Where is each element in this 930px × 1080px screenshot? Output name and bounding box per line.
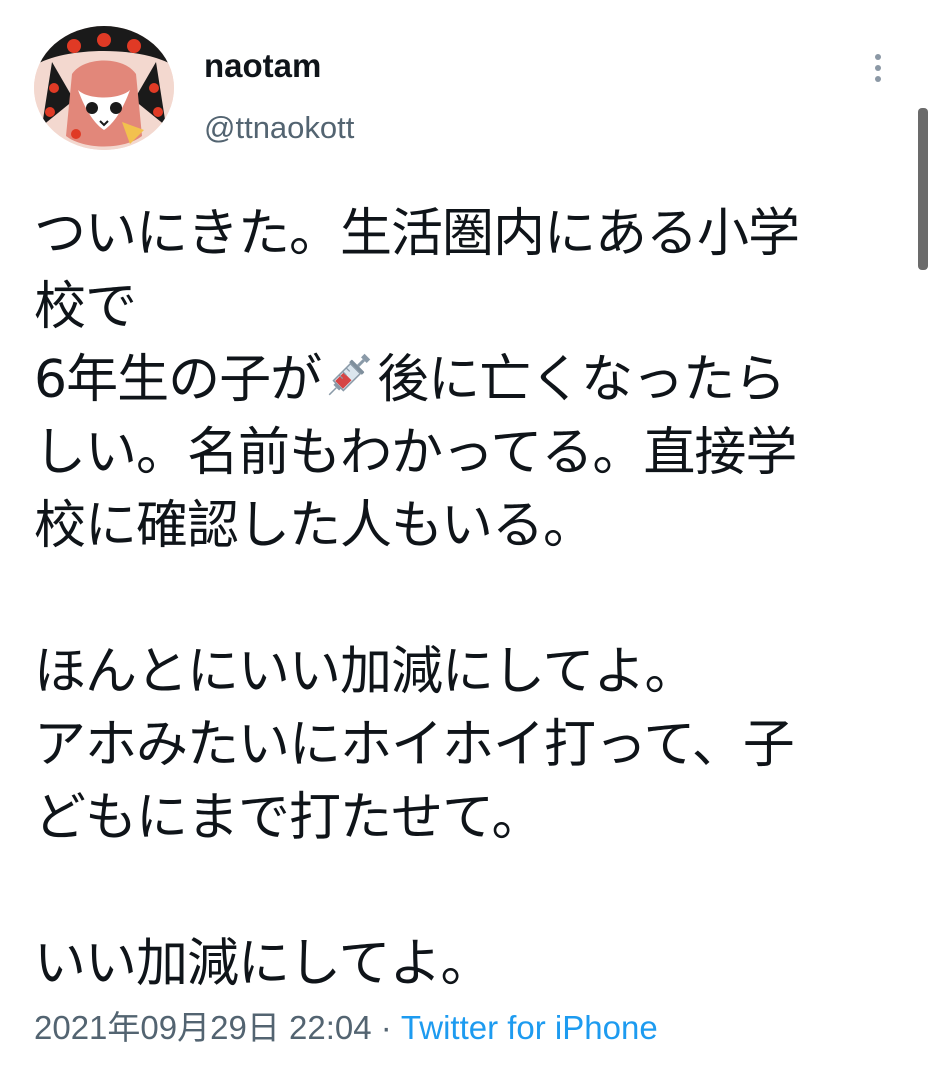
- tweet-meta: 2021年09月29日 22:04 · Twitter for iPhone: [34, 1006, 658, 1050]
- scrollbar[interactable]: [918, 108, 928, 270]
- tweet-line: アホみたいにホイホイ打って、子: [34, 715, 795, 775]
- syringe-icon: [328, 353, 371, 396]
- tweet-line: いい加減にしてよ。: [34, 934, 492, 994]
- display-name[interactable]: naotam: [204, 46, 321, 86]
- tweet-line-with-emoji: 6年生の子が 後に亡くなったら: [34, 344, 894, 417]
- more-vertical-icon: [875, 65, 881, 71]
- cat-avatar-icon: [34, 26, 174, 150]
- tweet-line: しい。名前もわかってる。直接学: [34, 423, 797, 483]
- tweet-line: 校に確認した人もいる。: [34, 496, 595, 556]
- more-vertical-icon: [875, 54, 881, 60]
- tweet-segment: 6年生の子が: [34, 350, 322, 410]
- tweet-text: ついにきた。生活圏内にある小学 校で 6年生の子が 後に亡くなったら しい。名前…: [34, 198, 894, 1001]
- tweet-line: ほんとにいい加減にしてよ。: [34, 642, 696, 702]
- more-vertical-icon: [875, 76, 881, 82]
- tweet-segment: 後に亡くなったら: [377, 350, 786, 410]
- source-link[interactable]: Twitter for iPhone: [401, 1009, 658, 1046]
- user-handle[interactable]: @ttnaokott: [204, 108, 354, 148]
- meta-separator: ·: [371, 1009, 401, 1046]
- tweet-line: どもにまで打たせて。: [34, 788, 543, 848]
- tweet-line: ついにきた。生活圏内にある小学: [34, 204, 800, 264]
- timestamp[interactable]: 2021年09月29日 22:04: [34, 1009, 372, 1046]
- tweet-line: 校で: [34, 277, 137, 337]
- more-options-button[interactable]: [862, 48, 894, 88]
- avatar[interactable]: [34, 26, 174, 150]
